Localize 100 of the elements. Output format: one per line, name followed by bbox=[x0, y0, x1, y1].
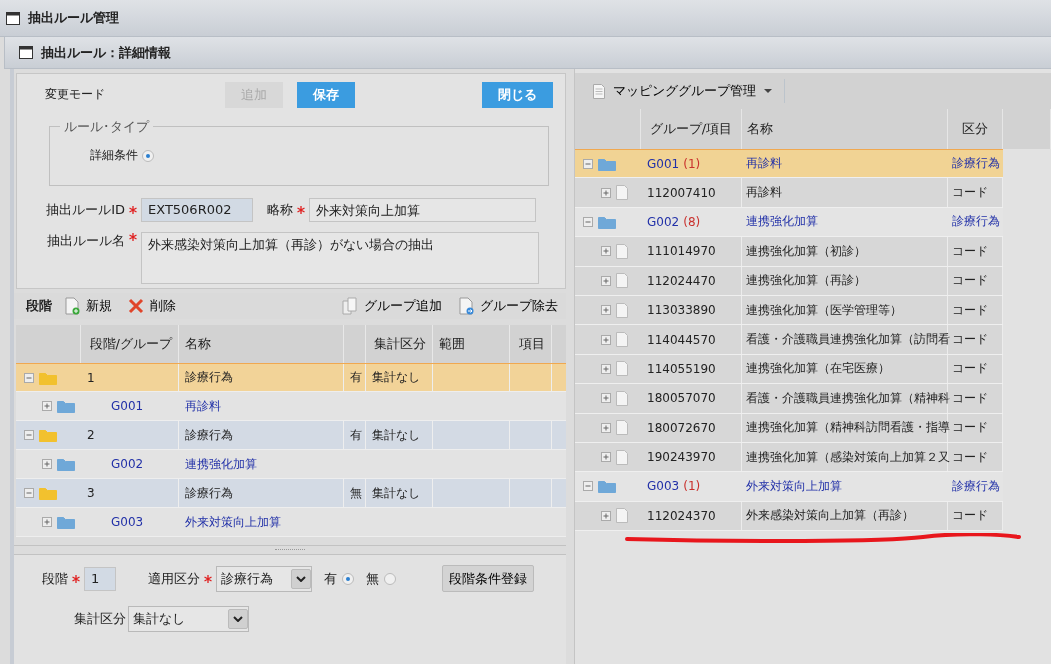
table-cell: 連携強化加算（感染対策向上加算２又 bbox=[742, 442, 948, 472]
folder-icon bbox=[57, 399, 75, 413]
text-area[interactable]: 外来感染対策向上加算（再診）がない場合の抽出 bbox=[141, 232, 539, 284]
table-cell: 診療行為 bbox=[179, 421, 344, 449]
window-title: 抽出ルール管理 bbox=[28, 9, 119, 27]
table-row[interactable]: 3 診療行為 無 集計なし bbox=[16, 479, 566, 508]
column-header[interactable]: 名称 bbox=[185, 335, 211, 353]
splitter-handle[interactable] bbox=[275, 548, 305, 552]
table-cell: 看護・介護職員連携強化加算（精神科 bbox=[742, 384, 948, 413]
column-header[interactable]: 段階/グループ bbox=[89, 335, 172, 353]
delete-icon bbox=[128, 297, 144, 315]
folder-icon bbox=[598, 156, 616, 171]
input-field[interactable]: EXT506R002 bbox=[141, 198, 253, 222]
table-cell: 112007410 bbox=[641, 178, 742, 207]
table-cell: 連携強化加算（初診） bbox=[742, 237, 948, 266]
folder-icon bbox=[598, 479, 616, 494]
field-label: 略称 bbox=[267, 201, 293, 219]
table-cell-text: 診療行為 bbox=[951, 478, 1001, 495]
document-icon bbox=[616, 361, 628, 377]
radio-button[interactable] bbox=[342, 572, 354, 585]
table-cell: 113033890 bbox=[641, 295, 742, 325]
field-label: 適用区分 bbox=[148, 569, 200, 588]
delete-button[interactable]: 削除 bbox=[120, 297, 184, 315]
column-header[interactable]: 範囲 bbox=[439, 335, 465, 353]
expand-icon[interactable] bbox=[601, 187, 611, 198]
table-cell: コード bbox=[948, 237, 1003, 266]
expand-icon[interactable] bbox=[601, 275, 611, 286]
table-cell: 集計なし bbox=[366, 421, 433, 449]
input-field[interactable]: 外来対策向上加算 bbox=[309, 198, 536, 222]
column-header[interactable]: 区分 bbox=[962, 120, 988, 138]
document-icon bbox=[616, 332, 628, 348]
collapse-icon[interactable] bbox=[583, 216, 593, 227]
dropdown-button[interactable] bbox=[291, 568, 311, 589]
table-row[interactable]: 2 診療行為 有 集計なし bbox=[16, 421, 566, 450]
dropdown-button[interactable] bbox=[228, 609, 248, 629]
option-label: 無 bbox=[366, 569, 379, 588]
select-field[interactable]: 診療行為 bbox=[216, 565, 312, 592]
expand-icon[interactable] bbox=[42, 459, 52, 469]
table-cell: 無 bbox=[344, 479, 366, 507]
expand-icon[interactable] bbox=[601, 334, 611, 345]
table-cell-text: 診療行為 bbox=[951, 213, 1001, 231]
window-icon bbox=[19, 46, 33, 59]
expand-icon[interactable] bbox=[42, 517, 52, 527]
table-cell-text: 連携強化加算 bbox=[184, 455, 258, 473]
table-cell: 114055190 bbox=[641, 354, 742, 384]
option-label: 有 bbox=[324, 569, 337, 588]
table-cell: 集計なし bbox=[366, 479, 433, 507]
table-cell: 1 bbox=[81, 364, 179, 391]
count-label: (1) bbox=[683, 479, 701, 494]
collapse-icon[interactable] bbox=[583, 481, 593, 492]
table-cell: コード bbox=[948, 295, 1003, 325]
table-row[interactable]: 1 診療行為 有 集計なし bbox=[16, 363, 566, 392]
group-remove-button[interactable]: グループ除去 bbox=[450, 297, 566, 315]
count-label: (8) bbox=[683, 214, 701, 229]
table-cell: 再診料 bbox=[742, 178, 948, 207]
menu-button[interactable]: マッピンググループ管理 bbox=[587, 79, 785, 103]
radio-button[interactable] bbox=[384, 572, 396, 585]
section-title: 段階 bbox=[26, 297, 52, 315]
table-cell: 連携強化加算（再診） bbox=[742, 266, 948, 295]
radio-button[interactable] bbox=[142, 149, 154, 162]
expand-icon[interactable] bbox=[601, 422, 611, 433]
expand-icon[interactable] bbox=[601, 393, 611, 404]
table-row[interactable]: G001 (1) 再診料 診療行為 bbox=[575, 149, 1003, 179]
column-header[interactable]: グループ/項目 bbox=[649, 120, 733, 138]
document-icon bbox=[616, 302, 628, 318]
input-field[interactable]: 1 bbox=[84, 566, 116, 591]
expand-icon[interactable] bbox=[601, 452, 611, 463]
table-cell-text: 再診料 bbox=[745, 155, 783, 173]
table-cell: 180072670 bbox=[641, 413, 742, 442]
new-button[interactable]: 新規 bbox=[56, 297, 120, 315]
option-label: 詳細条件 bbox=[90, 147, 138, 164]
group-code: G003 bbox=[647, 479, 680, 494]
collapse-icon[interactable] bbox=[583, 158, 593, 169]
register-button[interactable]: 段階条件登録 bbox=[442, 565, 534, 592]
column-header[interactable]: 名称 bbox=[747, 120, 773, 138]
table-cell: 190243970 bbox=[641, 442, 742, 472]
document-icon bbox=[616, 273, 628, 289]
collapse-icon[interactable] bbox=[24, 488, 34, 498]
group-add-button[interactable]: グループ追加 bbox=[334, 297, 450, 315]
table-cell-text: 再診料 bbox=[184, 397, 222, 415]
expand-icon[interactable] bbox=[601, 305, 611, 316]
expand-icon[interactable] bbox=[601, 246, 611, 257]
table-cell-text: 外来対策向上加算 bbox=[184, 513, 282, 531]
group-code: G002 bbox=[647, 214, 680, 229]
expand-icon[interactable] bbox=[42, 401, 52, 411]
table-cell: 診療行為 bbox=[179, 364, 344, 391]
table-cell: 外来感染対策向上加算（再診） bbox=[742, 501, 948, 531]
table-cell: 有 bbox=[344, 421, 366, 449]
expand-icon[interactable] bbox=[601, 363, 611, 374]
field-label: 抽出ルール名 bbox=[46, 232, 125, 250]
table-cell: コード bbox=[948, 325, 1003, 354]
collapse-icon[interactable] bbox=[24, 430, 34, 440]
column-header[interactable]: 集計区分 bbox=[374, 335, 426, 353]
chevron-down-icon bbox=[296, 575, 306, 582]
column-header[interactable]: 項目 bbox=[519, 335, 545, 353]
table-cell: コード bbox=[948, 266, 1003, 295]
expand-icon[interactable] bbox=[601, 510, 611, 521]
field-label: 集計区分 bbox=[74, 610, 126, 628]
select-field[interactable]: 集計なし bbox=[128, 606, 249, 632]
collapse-icon[interactable] bbox=[24, 372, 34, 383]
